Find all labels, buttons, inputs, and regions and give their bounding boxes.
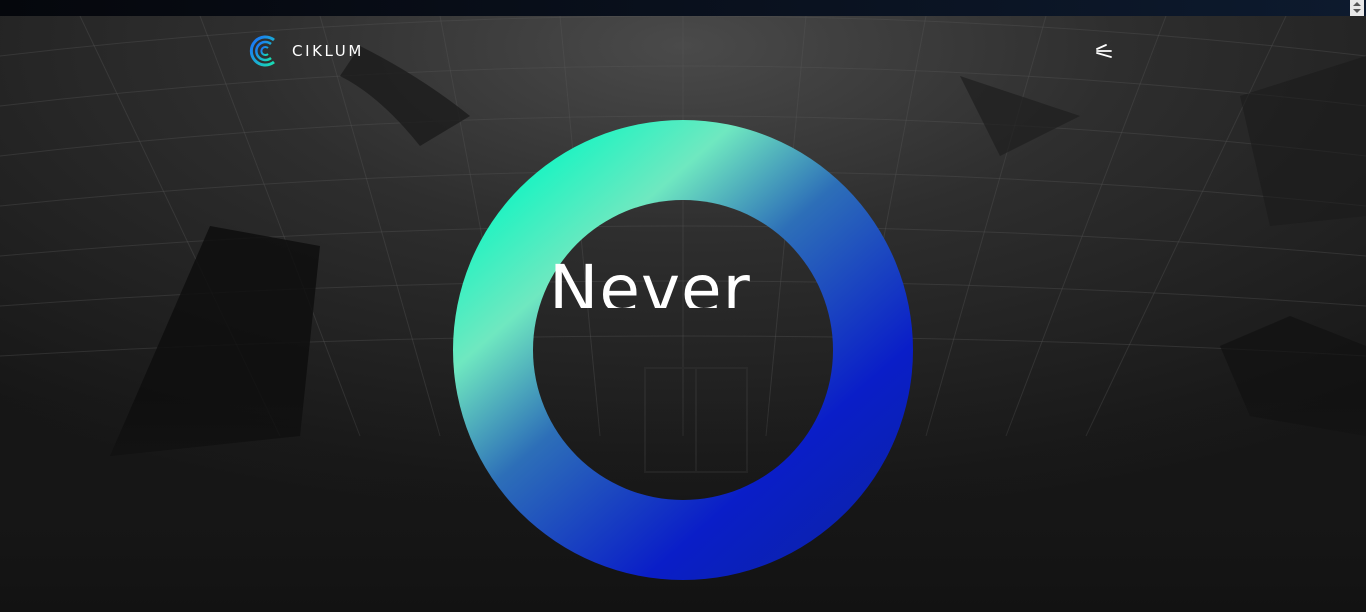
ciklum-logo[interactable]: CIKLUM — [248, 34, 364, 68]
hero-headline: Never — [549, 251, 751, 308]
menu-button[interactable] — [1094, 44, 1114, 60]
menu-icon — [1096, 44, 1112, 58]
browser-top-bar — [0, 0, 1366, 16]
scroll-arrows-icon[interactable] — [1350, 0, 1364, 16]
scroll-up-icon[interactable] — [1353, 2, 1361, 6]
hero-section: CIKLUM Never — [0, 16, 1366, 612]
logo-text: CIKLUM — [292, 42, 364, 60]
scroll-down-icon[interactable] — [1353, 9, 1361, 13]
ciklum-logo-icon — [249, 35, 275, 67]
gradient-ring — [453, 120, 913, 580]
